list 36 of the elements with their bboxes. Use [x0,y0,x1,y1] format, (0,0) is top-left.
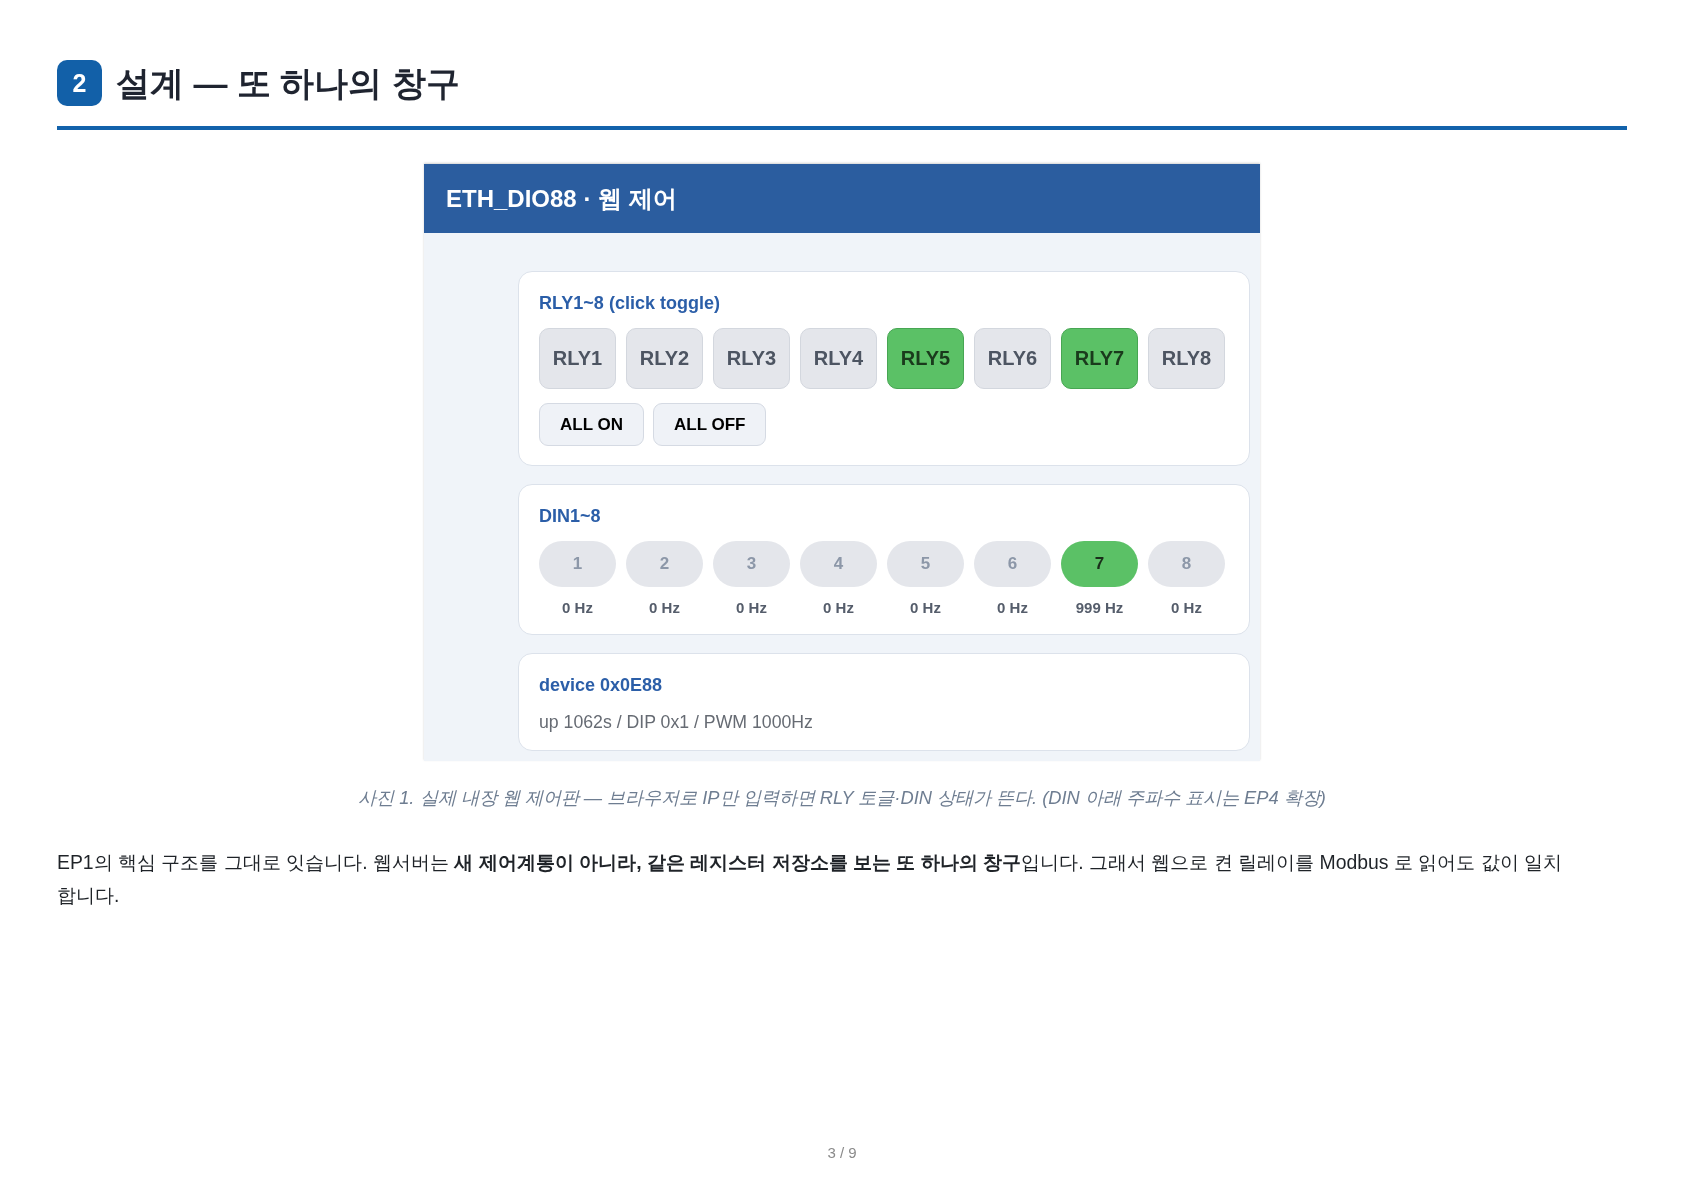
input-indicator: 1 [539,541,616,587]
frequency-label: 0 Hz [910,598,941,618]
frequency-label: 0 Hz [823,598,854,618]
device-title: device 0x0E88 [539,674,664,696]
body-paragraph: EP1의 핵심 구조를 그대로 잇습니다. 웹서버는 새 제어계통이 아니라, 같은 레지스터 저장소를 보는 또 하나의 창구입니다. 그래서 웹으로 켠 릴레이를 Modbus 로 읽어도 값이 일치합니다. [57,850,1564,908]
relay-button[interactable]: RLY1 [539,328,616,389]
frequency-label: 0 Hz [649,598,680,618]
input-indicator: 8 [1148,541,1225,587]
relay-button[interactable]: RLY6 [974,328,1051,389]
page-number: 3 / 9 [827,1143,857,1163]
input-indicator: 3 [713,541,790,587]
section-number: 2 [57,60,102,106]
frequency-label: 0 Hz [997,598,1028,618]
relay-button[interactable]: RLY5 [887,328,964,389]
section-title: 설계 — 또 하나의 창구 [116,63,460,104]
frequency-label: 999 Hz [1075,598,1124,618]
relay-button[interactable]: RLY8 [1148,328,1225,389]
relay-button[interactable]: RLY2 [626,328,703,389]
device-status: up 1062s / DIP 0x1 / PWM 1000Hz [539,711,814,733]
input-indicator: 4 [800,541,877,587]
frequency-label: 0 Hz [562,598,593,618]
frequency-label: 0 Hz [1171,598,1202,618]
input-indicator: 6 [974,541,1051,587]
card-heading: DIN1~8 [539,505,602,527]
relay-button[interactable]: RLY3 [713,328,790,389]
input-indicator: 5 [887,541,964,587]
input-indicator: 2 [626,541,703,587]
relay-button[interactable]: RLY4 [800,328,877,389]
input-indicator: 7 [1061,541,1138,587]
frequency-label: 0 Hz [736,598,767,618]
relay-group-button[interactable]: ALL OFF [652,403,767,446]
relay-group-button[interactable]: ALL ON [539,403,644,446]
panel-title: ETH_DIO88 · 웹 제어 [446,183,677,214]
relay-button[interactable]: RLY7 [1061,328,1138,389]
card-heading: RLY1~8 (click toggle) [539,292,721,314]
figure-caption: 사진 1. 실제 내장 웹 제어판 — 브라우저로 IP만 입력하면 RLY 토글·DIN 상태가 뜬다. (DIN 아래 주파수 표시는 EP4 확장) [358,786,1326,810]
